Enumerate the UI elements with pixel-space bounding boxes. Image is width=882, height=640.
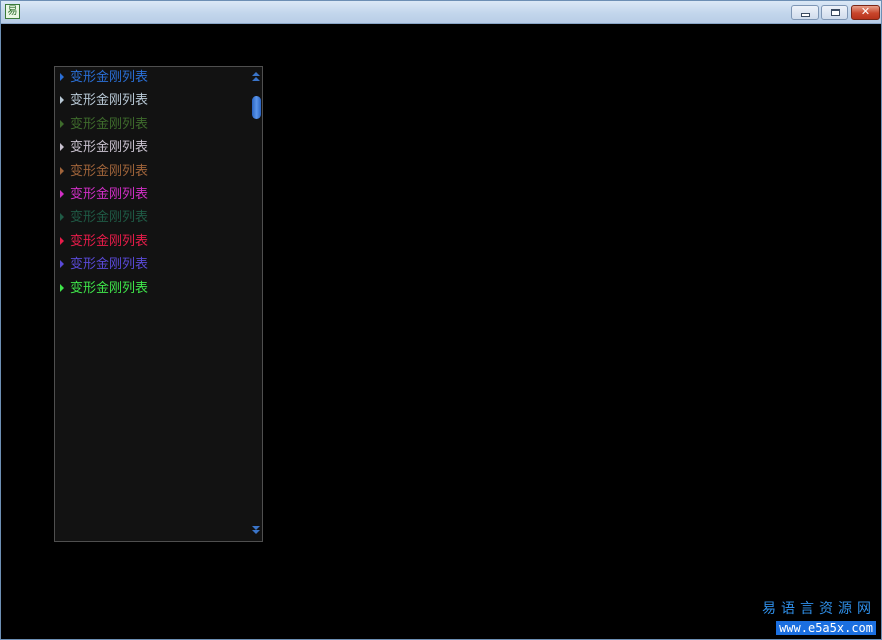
list-item[interactable]: 变形金刚列表 bbox=[60, 161, 148, 183]
list-item[interactable]: 变形金刚列表 bbox=[60, 114, 148, 136]
caret-right-icon bbox=[60, 283, 64, 292]
list-item-label: 变形金刚列表 bbox=[70, 210, 149, 226]
list-item-label: 变形金刚列表 bbox=[70, 280, 149, 296]
list-item-label: 变形金刚列表 bbox=[70, 70, 149, 85]
list-item[interactable]: 变形金刚列表 bbox=[60, 137, 148, 159]
title-bar[interactable]: 易 ✕ bbox=[1, 1, 881, 24]
scrollbar-thumb[interactable] bbox=[252, 96, 261, 119]
caret-right-icon bbox=[60, 143, 64, 152]
list-item[interactable]: 变形金刚列表 bbox=[60, 254, 148, 276]
list-item[interactable]: 变形金刚列表 bbox=[60, 278, 148, 300]
scroll-down-icon[interactable] bbox=[252, 525, 260, 535]
caret-right-icon bbox=[60, 96, 64, 105]
maximize-icon bbox=[831, 9, 840, 16]
list-item-label: 变形金刚列表 bbox=[70, 187, 149, 202]
caret-right-icon bbox=[60, 190, 64, 198]
list-item-label: 变形金刚列表 bbox=[70, 140, 149, 156]
scroll-up-icon[interactable] bbox=[252, 72, 260, 82]
app-icon[interactable]: 易 bbox=[5, 4, 20, 19]
close-button[interactable]: ✕ bbox=[851, 5, 880, 20]
caret-right-icon bbox=[60, 236, 64, 245]
close-icon: ✕ bbox=[860, 5, 871, 18]
caret-right-icon bbox=[60, 260, 64, 269]
list-item[interactable]: 变形金刚列表 bbox=[60, 67, 148, 89]
list-item-label: 变形金刚列表 bbox=[70, 233, 149, 249]
caret-right-icon bbox=[60, 73, 64, 81]
list-item-label: 变形金刚列表 bbox=[70, 93, 149, 109]
caret-right-icon bbox=[60, 166, 64, 175]
list-item[interactable]: 变形金刚列表 bbox=[60, 184, 148, 206]
minimize-button[interactable] bbox=[791, 5, 819, 20]
list-item[interactable]: 变形金刚列表 bbox=[60, 90, 148, 112]
list-item[interactable]: 变形金刚列表 bbox=[60, 207, 148, 229]
list-item-label: 变形金刚列表 bbox=[70, 257, 149, 273]
watermark: 易语言资源网 www.e5a5x.com bbox=[762, 601, 876, 636]
maximize-button[interactable] bbox=[821, 5, 848, 20]
caret-right-icon bbox=[60, 119, 64, 128]
watermark-title: 易语言资源网 bbox=[762, 601, 876, 617]
list-item[interactable]: 变形金刚列表 bbox=[60, 231, 148, 253]
list-item-label: 变形金刚列表 bbox=[70, 163, 149, 179]
minimize-icon bbox=[801, 13, 810, 17]
list-item-label: 变形金刚列表 bbox=[70, 116, 149, 132]
caret-right-icon bbox=[60, 213, 64, 222]
transformer-listbox[interactable]: 变形金刚列表 变形金刚列表 变形金刚列表 变形金刚列表 变形金刚列表 变形金刚列表 变形金刚… bbox=[54, 66, 263, 542]
watermark-url: www.e5a5x.com bbox=[776, 621, 876, 635]
